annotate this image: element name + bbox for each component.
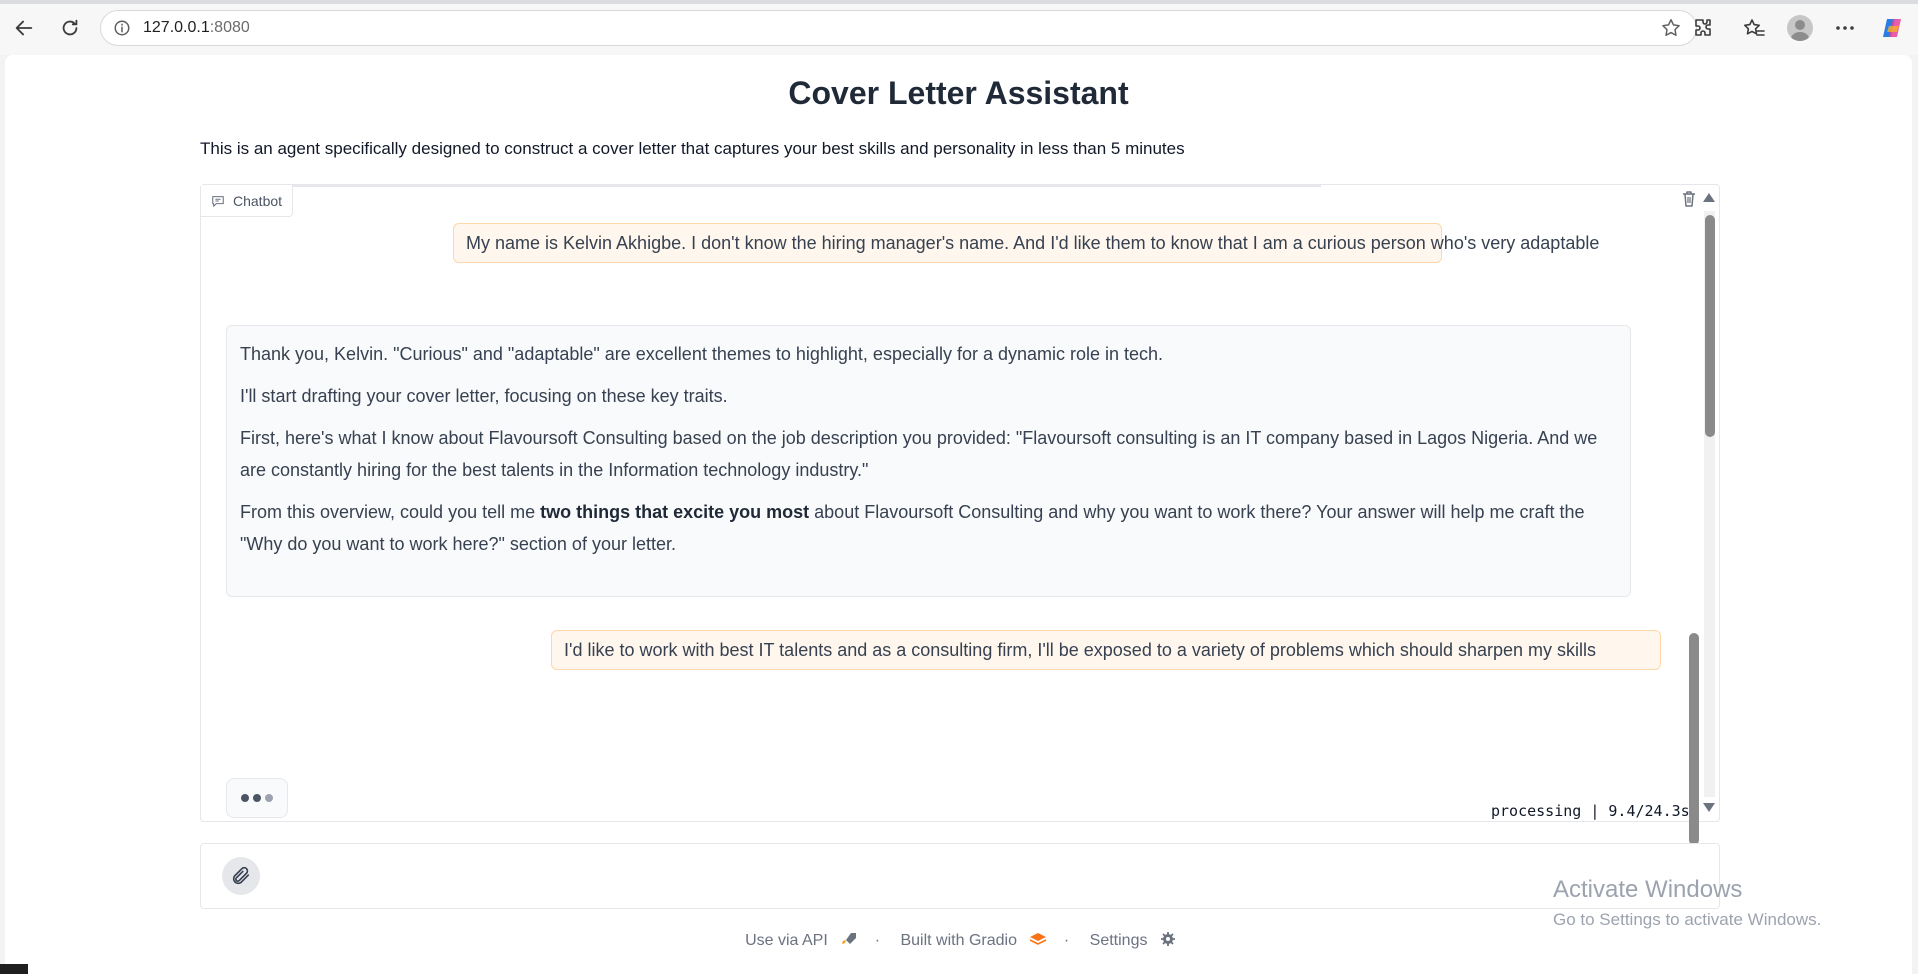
assistant-text: From this overview, could you tell me [240,502,541,522]
url-host: 127.0.0.1 [143,19,210,36]
address-bar[interactable]: 127.0.0.1:8080 [100,10,1697,46]
assistant-bold-text: two things that excite you most [540,502,810,522]
assistant-paragraph: First, here's what I know about Flavours… [240,428,1598,480]
assistant-paragraph: I'll start drafting your cover letter, f… [240,386,728,406]
processing-status: processing | 9.4/24.3s [1491,802,1690,820]
message-scrollbar-thumb[interactable] [1689,633,1699,845]
user-message-text: I'd like to work with best IT talents an… [564,639,1597,660]
assistant-paragraph: From this overview, could you tell me tw… [240,496,1617,560]
copilot-button[interactable] [1878,14,1906,42]
reload-button[interactable] [56,14,84,42]
footer-separator: · [874,932,881,949]
chatbot-label: Chatbot [201,185,294,217]
message-input-box[interactable] [200,843,1720,909]
typing-dot [241,794,249,802]
chatbot-label-text: Chatbot [233,192,283,209]
arrow-left-icon [15,20,33,36]
watermark-title: Activate Windows [1553,876,1743,903]
more-menu-button[interactable] [1831,14,1859,42]
browser-chrome: 127.0.0.1:8080 [0,0,1918,55]
paperclip-icon [232,866,250,885]
user-message: My name is Kelvin Akhigbe. I don't know … [453,223,1599,263]
favorites-icon [1744,19,1765,36]
chat-top-divider [291,185,1321,187]
puzzle-icon [1695,19,1711,36]
page-description: This is an agent specifically designed t… [200,139,1185,158]
built-with-gradio-text: Built with Gradio [900,932,1017,949]
built-with-gradio-link[interactable]: Built with Gradio [896,932,1051,949]
url-text[interactable]: 127.0.0.1:8080 [143,19,250,37]
scroll-up-arrow-icon[interactable] [1703,193,1715,202]
site-info-icon[interactable] [113,19,131,37]
copilot-icon [1883,19,1901,37]
gradio-app: Cover Letter Assistant This is an agent … [5,55,1912,974]
chatbot-panel[interactable]: Chatbot My name is Kelvin Akhigbe. I don… [200,184,1720,845]
settings-link[interactable]: Settings [1086,932,1176,949]
page-title: Cover Letter Assistant [788,75,1129,111]
attach-file-button[interactable] [222,857,260,895]
settings-text: Settings [1089,932,1148,949]
typing-dot [253,794,261,802]
user-message-text: My name is Kelvin Akhigbe. I don't know … [466,232,1600,253]
use-via-api-text: Use via API [745,932,828,949]
gear-icon [1160,932,1175,946]
user-message: I'd like to work with best IT talents an… [551,630,1661,670]
scroll-down-arrow-icon[interactable] [1703,803,1715,812]
reload-icon [62,19,78,36]
favorites-button[interactable] [1740,14,1768,42]
rocket-icon [842,933,857,944]
ellipsis-icon [1836,26,1854,30]
assistant-paragraph: Thank you, Kelvin. "Curious" and "adapta… [240,344,1164,364]
footer: Use via API · Built with Gradio · Settin… [5,931,1912,950]
chat-bubble-icon [212,195,224,207]
assistant-message: Thank you, Kelvin. "Curious" and "adapta… [226,325,1631,597]
windows-activation-watermark: Activate Windows Go to Settings to activ… [1553,876,1821,930]
extensions-button[interactable] [1689,14,1717,42]
avatar [1787,15,1813,41]
favorite-star-icon[interactable] [1660,17,1682,39]
clear-chat-trash-icon[interactable] [1679,189,1699,209]
scrollbar-thumb[interactable] [1705,215,1715,437]
use-via-api-link[interactable]: Use via API [741,932,863,949]
footer-separator: · [1063,932,1070,949]
tab-strip [0,0,1918,4]
back-button[interactable] [10,14,38,42]
profile-button[interactable] [1786,14,1814,42]
url-port: :8080 [209,19,250,36]
gradio-logo-icon [1030,933,1047,945]
taskbar-corner [0,964,28,974]
watermark-subtitle: Go to Settings to activate Windows. [1553,910,1822,929]
typing-indicator [226,778,288,818]
typing-dot [265,794,273,802]
